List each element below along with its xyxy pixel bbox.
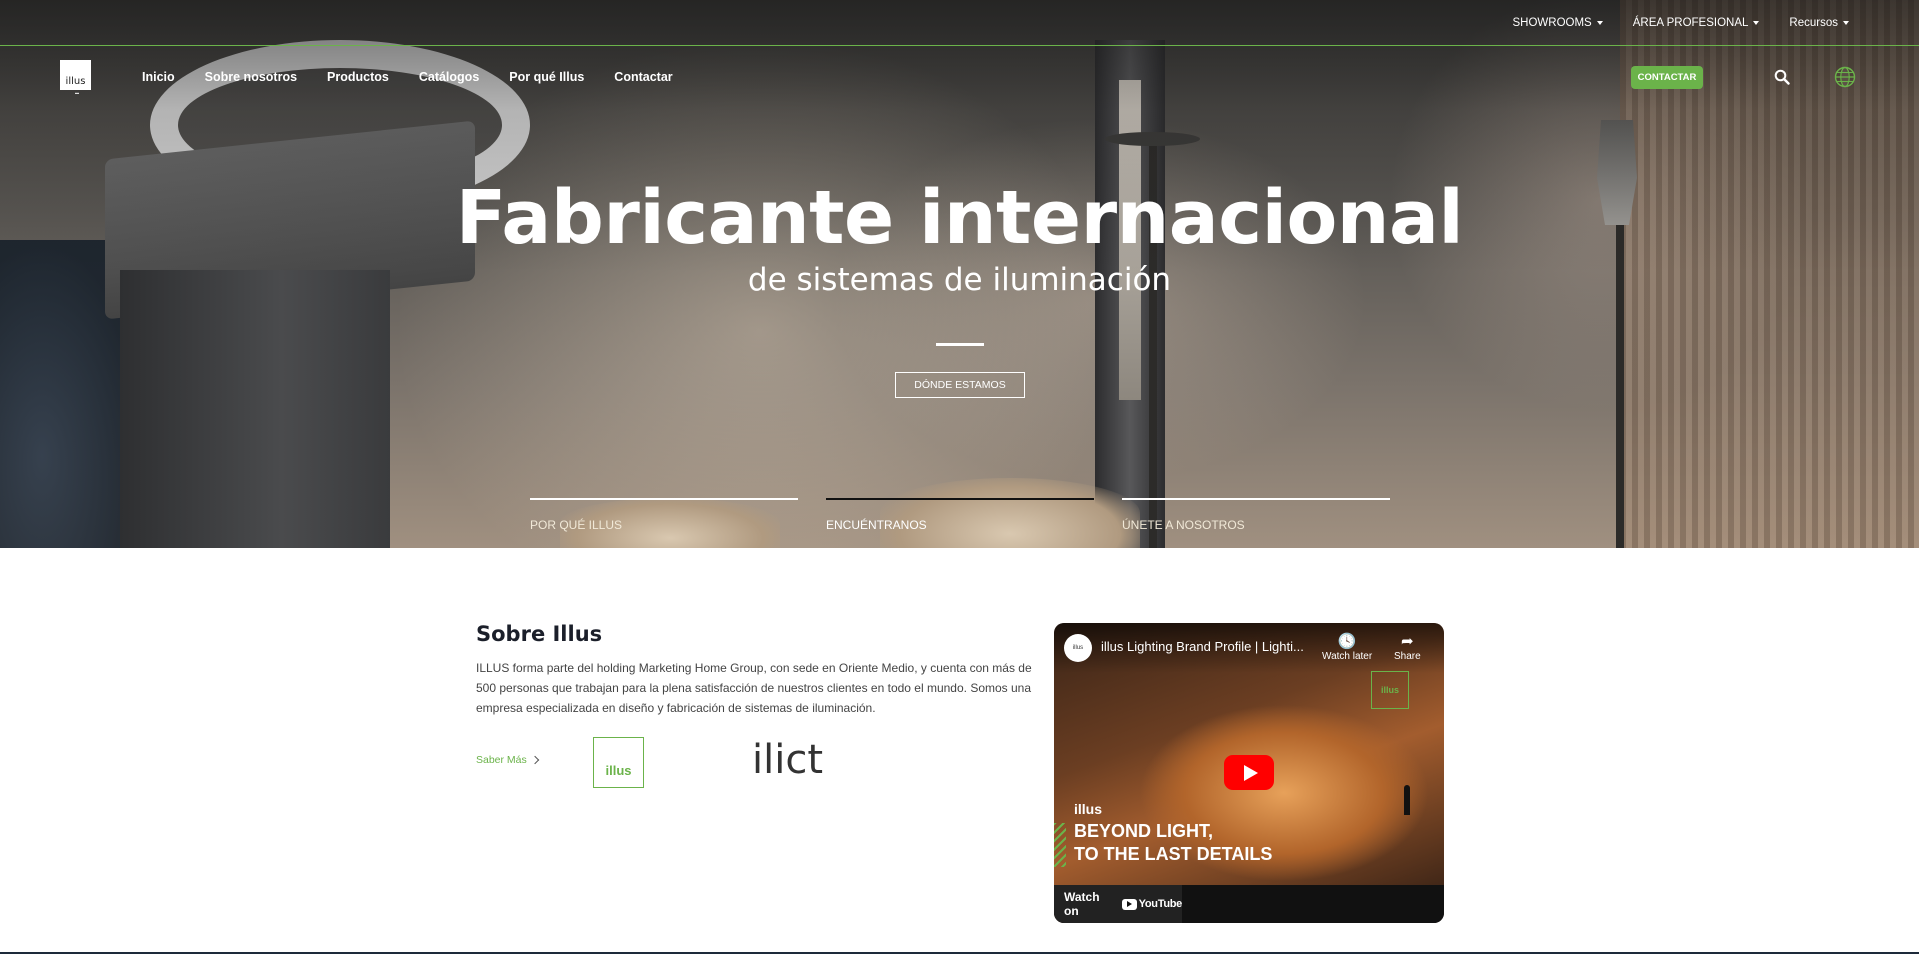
watch-on-youtube-button[interactable]: Watch on YouTube bbox=[1054, 885, 1182, 923]
showrooms-label: SHOWROOMS bbox=[1512, 17, 1592, 29]
saber-mas-link[interactable]: Saber Más bbox=[476, 754, 540, 766]
hero-subtitle: de sistemas de iluminación bbox=[747, 262, 1172, 298]
channel-avatar[interactable]: illus bbox=[1064, 634, 1092, 662]
about-section: Sobre Illus ILLUS forma parte del holdin… bbox=[476, 622, 1036, 718]
chevron-down-icon bbox=[1596, 21, 1603, 25]
about-heading: Sobre Illus bbox=[476, 622, 603, 646]
youtube-logo-icon: YouTube bbox=[1121, 898, 1183, 910]
tab-por-que-illus[interactable]: POR QUÉ ILLUS bbox=[530, 498, 798, 538]
globe-icon[interactable] bbox=[1834, 66, 1856, 88]
illus-logo-text: illus bbox=[605, 763, 632, 778]
video-corner-logo: illus bbox=[1371, 671, 1409, 709]
play-button[interactable] bbox=[1224, 755, 1274, 790]
watch-on-label: Watch on bbox=[1064, 890, 1100, 918]
video-overlay-line2: TO THE LAST DETAILS bbox=[1074, 844, 1273, 864]
logo-tagline-mark: ▬ bbox=[75, 90, 79, 95]
top-utility-bar: SHOWROOMS ÁREA PROFESIONAL Recursos bbox=[0, 0, 1919, 46]
hero-title: Fabricante internacional bbox=[455, 175, 1464, 261]
donde-estamos-button[interactable]: DÓNDE ESTAMOS bbox=[895, 372, 1025, 398]
video-title[interactable]: illus Lighting Brand Profile | Lighti... bbox=[1101, 639, 1321, 654]
watch-later-label: Watch later bbox=[1322, 651, 1373, 662]
chevron-right-icon bbox=[530, 755, 540, 765]
youtube-video-embed[interactable]: illus illus Lighting Brand Profile | Lig… bbox=[1054, 623, 1444, 923]
tab-label: ENCUÉNTRANOS bbox=[826, 518, 927, 532]
video-overlay-line1: BEYOND LIGHT, bbox=[1074, 821, 1214, 841]
showrooms-dropdown[interactable]: SHOWROOMS bbox=[1513, 17, 1603, 29]
nav-inicio[interactable]: Inicio bbox=[142, 70, 175, 84]
ilict-brand-logo[interactable]: ilict bbox=[752, 737, 823, 783]
hero-tabs: POR QUÉ ILLUS ENCUÉNTRANOS ÚNETE A NOSOT… bbox=[530, 498, 1390, 538]
tab-label: POR QUÉ ILLUS bbox=[530, 518, 623, 532]
illus-brand-logo[interactable]: illus bbox=[593, 737, 644, 788]
saber-mas-label: Saber Más bbox=[476, 754, 527, 766]
search-icon[interactable] bbox=[1774, 69, 1790, 85]
share-button[interactable]: ➦ Share bbox=[1394, 633, 1421, 662]
area-profesional-label: ÁREA PROFESIONAL bbox=[1632, 17, 1749, 29]
clock-icon: 🕓 bbox=[1337, 633, 1357, 650]
about-body: ILLUS forma parte del holding Marketing … bbox=[476, 661, 1032, 715]
contact-button[interactable]: CONTACTAR bbox=[1631, 66, 1703, 89]
nav-por-que-illus[interactable]: Por qué Illus bbox=[509, 70, 584, 84]
chevron-down-icon bbox=[1843, 21, 1849, 25]
share-label: Share bbox=[1394, 651, 1421, 662]
share-icon: ➦ bbox=[1401, 633, 1414, 650]
video-overlay-brand: illus bbox=[1074, 801, 1103, 817]
chevron-down-icon bbox=[1753, 21, 1760, 25]
hero-divider bbox=[936, 343, 984, 346]
tab-unete[interactable]: ÚNETE A NOSOTROS bbox=[1122, 498, 1390, 538]
recursos-label: Recursos bbox=[1789, 17, 1838, 29]
youtube-wordmark: YouTube bbox=[1138, 898, 1183, 910]
tab-label: ÚNETE A NOSOTROS bbox=[1122, 518, 1245, 532]
nav-productos[interactable]: Productos bbox=[327, 70, 389, 84]
nav-catalogos[interactable]: Catálogos bbox=[419, 70, 479, 84]
main-nav: illus ▬ Inicio Sobre nosotros Productos … bbox=[0, 46, 1919, 108]
tab-encuentranos[interactable]: ENCUÉNTRANOS bbox=[826, 498, 1094, 538]
logo-text: illus bbox=[65, 76, 86, 87]
nav-sobre-nosotros[interactable]: Sobre nosotros bbox=[205, 70, 297, 84]
video-person-silhouette bbox=[1404, 785, 1410, 815]
site-logo[interactable]: illus bbox=[60, 60, 91, 90]
recursos-dropdown[interactable]: Recursos bbox=[1789, 17, 1849, 29]
area-profesional-dropdown[interactable]: ÁREA PROFESIONAL bbox=[1633, 17, 1760, 29]
watch-later-button[interactable]: 🕓 Watch later bbox=[1322, 633, 1372, 662]
nav-contactar[interactable]: Contactar bbox=[614, 70, 672, 84]
video-accent-lines bbox=[1054, 823, 1066, 867]
